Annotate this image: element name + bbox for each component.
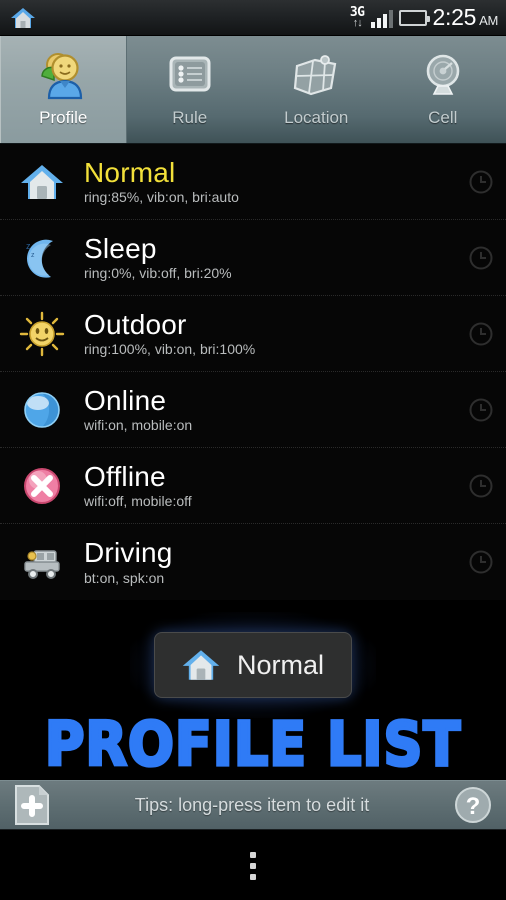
table-row[interactable]: Normal ring:85%, vib:on, bri:auto (0, 144, 506, 220)
tab-profile[interactable]: Profile (0, 36, 127, 143)
bottom-bar: Tips: long-press item to edit it ? (0, 780, 506, 830)
moon-icon: z z (0, 220, 84, 296)
row-text: Sleep ring:0%, vib:off, bri:20% (84, 232, 506, 282)
table-row[interactable]: Offline wifi:off, mobile:off (0, 448, 506, 524)
network-3g-icon: 3G ↑↓ (350, 6, 365, 29)
profile-title: Normal (84, 156, 176, 188)
status-bar-left (0, 6, 36, 30)
clock-ampm: AM (479, 13, 498, 28)
tab-location-label: Location (284, 108, 349, 127)
tab-cell-label: Cell (428, 108, 458, 127)
profile-title: Outdoor (84, 308, 187, 340)
network-arrows: ↑↓ (352, 17, 363, 29)
table-row[interactable]: Driving bt:on, spk:on (0, 524, 506, 600)
clock-icon[interactable] (468, 473, 494, 499)
status-bar-right: 3G ↑↓ 2:25 AM (350, 4, 506, 31)
app-screen: 3G ↑↓ 2:25 AM Profile Rule Location Cell… (0, 0, 506, 900)
cell-antenna-icon (414, 48, 472, 104)
house-icon (0, 144, 84, 220)
clock-icon[interactable] (468, 245, 494, 271)
tab-rule[interactable]: Rule (127, 36, 254, 143)
signal-bars-icon (370, 8, 393, 28)
tab-profile-label: Profile (39, 108, 88, 127)
navigation-bar (0, 831, 506, 900)
profile-people-icon (34, 48, 92, 104)
row-text: Driving bt:on, spk:on (84, 537, 506, 586)
row-text: Offline wifi:off, mobile:off (84, 460, 506, 510)
table-row[interactable]: Outdoor ring:100%, vib:on, bri:100% (0, 296, 506, 372)
add-page-icon[interactable] (12, 783, 52, 827)
tab-bar: Profile Rule Location Cell (0, 36, 506, 144)
profile-subtitle: wifi:off, mobile:off (84, 493, 192, 510)
clock-time: 2:25 (432, 4, 477, 30)
profile-subtitle: ring:85%, vib:on, bri:auto (84, 189, 239, 206)
tab-location[interactable]: Location (253, 36, 380, 143)
row-text: Online wifi:on, mobile:on (84, 384, 506, 434)
tab-cell[interactable]: Cell (380, 36, 506, 143)
car-icon (0, 524, 84, 600)
profile-subtitle: wifi:on, mobile:on (84, 417, 193, 434)
profile-subtitle: ring:0%, vib:off, bri:20% (84, 265, 232, 282)
globe-icon (0, 372, 84, 448)
profile-subtitle: ring:100%, vib:on, bri:100% (84, 341, 256, 358)
table-row[interactable]: Online wifi:on, mobile:on (0, 372, 506, 448)
clock-icon[interactable] (468, 549, 494, 575)
home-icon (10, 6, 36, 30)
tab-rule-label: Rule (172, 108, 208, 127)
profile-title: Sleep (84, 232, 157, 264)
location-map-icon (287, 48, 345, 104)
help-question-icon[interactable]: ? (452, 784, 494, 826)
clock-icon[interactable] (468, 169, 494, 195)
row-text: Outdoor ring:100%, vib:on, bri:100% (84, 308, 506, 358)
clock-icon[interactable] (468, 321, 494, 347)
row-text: Normal ring:85%, vib:on, bri:auto (84, 156, 506, 206)
profile-list: Normal ring:85%, vib:on, bri:auto z z Sl… (0, 144, 506, 780)
status-bar: 3G ↑↓ 2:25 AM (0, 0, 506, 36)
battery-icon (398, 9, 430, 26)
profile-title: Offline (84, 460, 166, 492)
tips-text: Tips: long-press item to edit it (134, 794, 370, 815)
sun-icon (0, 296, 84, 372)
svg-text:z: z (26, 241, 31, 251)
rule-list-icon (161, 48, 219, 104)
svg-text:?: ? (466, 793, 481, 820)
overflow-menu-icon[interactable] (250, 851, 256, 880)
cross-circle-icon (0, 448, 84, 524)
profile-title: Driving (84, 537, 173, 569)
profile-subtitle: bt:on, spk:on (84, 569, 165, 586)
status-bar-clock: 2:25 AM (432, 4, 499, 31)
clock-icon[interactable] (468, 397, 494, 423)
profile-title: Online (84, 384, 167, 416)
svg-text:z: z (31, 252, 35, 259)
table-row[interactable]: z z Sleep ring:0%, vib:off, bri:20% (0, 220, 506, 296)
